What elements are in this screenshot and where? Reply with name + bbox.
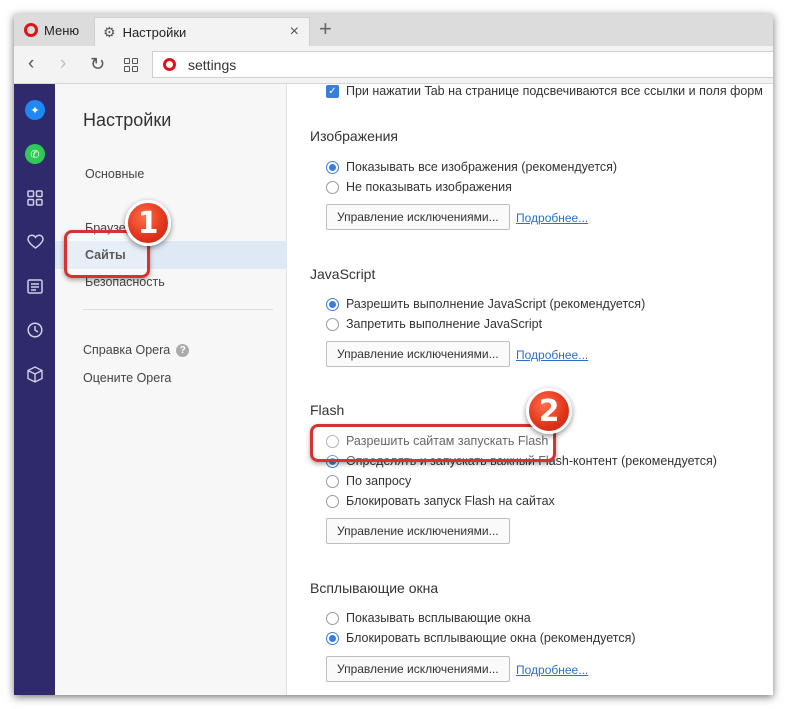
radio-icon[interactable]	[326, 474, 339, 488]
popups-option-block-label: Блокировать всплывающие окна (рекомендуе…	[346, 631, 636, 645]
callout-highlight-flash	[310, 424, 556, 462]
new-tab-button[interactable]: +	[319, 17, 332, 41]
images-option-show[interactable]: Показывать все изображения (рекомендуетс…	[326, 160, 617, 174]
callout-badge-2: 2	[526, 388, 572, 434]
popups-section-title: Всплывающие окна	[310, 580, 439, 596]
address-toolbar: ‹ › ↻ settings	[14, 46, 773, 84]
popups-manage-exceptions-button[interactable]: Управление исключениями...	[326, 656, 510, 682]
whatsapp-icon[interactable]: ✆	[25, 144, 45, 164]
help-link[interactable]: Справка Opera ?	[83, 343, 190, 357]
bookmarks-heart-icon[interactable]	[25, 232, 45, 252]
menu-label: Меню	[44, 22, 80, 38]
history-clock-icon[interactable]	[25, 320, 45, 340]
url-text: settings	[188, 56, 237, 73]
flash-section-title: Flash	[310, 402, 345, 418]
flash-option-block-label: Блокировать запуск Flash на сайтах	[346, 494, 555, 508]
forward-button[interactable]: ›	[60, 54, 66, 74]
images-option-show-label: Показывать все изображения (рекомендуетс…	[346, 160, 618, 174]
speed-dial-icon[interactable]	[25, 188, 45, 208]
radio-icon[interactable]	[326, 180, 339, 194]
radio-icon[interactable]	[326, 494, 339, 508]
radio-icon[interactable]	[326, 611, 339, 625]
images-option-hide[interactable]: Не показывать изображения	[326, 180, 512, 194]
popups-more-link[interactable]: Подробнее...	[516, 663, 588, 677]
flash-option-block[interactable]: Блокировать запуск Flash на сайтах	[326, 494, 555, 508]
images-section-title: Изображения	[310, 128, 398, 144]
flash-manage-exceptions-button[interactable]: Управление исключениями...	[326, 518, 510, 544]
gear-icon: ⚙	[103, 23, 116, 40]
settings-content: ✓ При нажатии Tab на странице подсвечива…	[288, 84, 773, 695]
tab-highlight-option[interactable]: ✓ При нажатии Tab на странице подсвечива…	[326, 84, 763, 98]
callout-badge-1: 1	[125, 200, 171, 246]
javascript-option-allow[interactable]: Разрешить выполнение JavaScript (рекомен…	[326, 297, 645, 311]
popups-option-show[interactable]: Показывать всплывающие окна	[326, 611, 531, 625]
popups-option-show-label: Показывать всплывающие окна	[346, 611, 531, 625]
radio-selected-icon[interactable]	[326, 631, 339, 645]
rate-opera-link[interactable]: Оцените Opera	[83, 371, 171, 385]
javascript-section-title: JavaScript	[310, 266, 376, 282]
nav-item-basic[interactable]: Основные	[55, 160, 287, 188]
images-more-link[interactable]: Подробнее...	[516, 211, 588, 225]
nav-divider	[83, 309, 273, 310]
javascript-option-deny-label: Запретить выполнение JavaScript	[346, 317, 543, 331]
tab-bar: Меню ⚙ Настройки × +	[14, 14, 773, 46]
settings-title: Настройки	[83, 110, 172, 130]
javascript-more-link[interactable]: Подробнее...	[516, 348, 588, 362]
speed-dial-grid-icon[interactable]	[124, 58, 138, 72]
help-question-icon: ?	[176, 343, 190, 357]
flash-option-ask[interactable]: По запросу	[326, 474, 411, 488]
images-manage-exceptions-button[interactable]: Управление исключениями...	[326, 204, 510, 230]
news-icon[interactable]	[25, 276, 45, 296]
flash-option-ask-label: По запросу	[346, 474, 412, 488]
browser-window: Меню ⚙ Настройки × + ‹ › ↻ settings ✦ ✆	[14, 14, 773, 695]
images-option-hide-label: Не показывать изображения	[346, 180, 512, 194]
sidebar-strip: ✦ ✆	[14, 84, 55, 695]
tab-settings[interactable]: ⚙ Настройки ×	[94, 17, 310, 46]
tab-title: Настройки	[122, 24, 187, 40]
address-field[interactable]: settings	[152, 51, 773, 78]
tab-highlight-label: При нажатии Tab на странице подсвечивают…	[346, 84, 763, 98]
opera-logo-icon	[24, 23, 38, 37]
back-button[interactable]: ‹	[28, 54, 34, 74]
radio-selected-icon[interactable]	[326, 160, 339, 174]
opera-page-icon	[163, 58, 176, 71]
help-link-label: Справка Opera	[83, 343, 171, 357]
settings-nav: Настройки Основные Браузер Сайты Безопас…	[55, 84, 287, 695]
reload-button[interactable]: ↻	[90, 54, 105, 74]
javascript-option-allow-label: Разрешить выполнение JavaScript (рекомен…	[346, 297, 646, 311]
radio-selected-icon[interactable]	[326, 297, 339, 311]
checkbox-checked-icon[interactable]: ✓	[326, 84, 339, 98]
extensions-cube-icon[interactable]	[25, 364, 45, 384]
javascript-option-deny[interactable]: Запретить выполнение JavaScript	[326, 317, 542, 331]
messenger-icon[interactable]: ✦	[25, 100, 45, 120]
javascript-manage-exceptions-button[interactable]: Управление исключениями...	[326, 341, 510, 367]
close-tab-icon[interactable]: ×	[290, 23, 299, 41]
opera-menu-button[interactable]: Меню	[14, 14, 92, 46]
radio-icon[interactable]	[326, 317, 339, 331]
popups-option-block[interactable]: Блокировать всплывающие окна (рекомендуе…	[326, 631, 636, 645]
